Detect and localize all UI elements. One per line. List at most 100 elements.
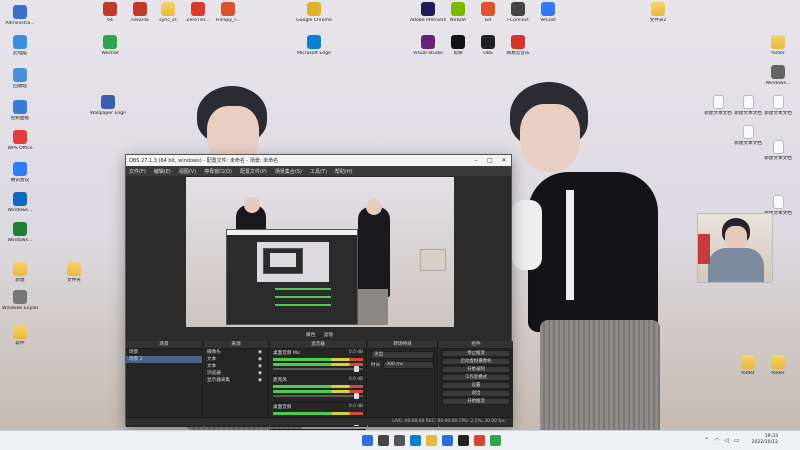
desktop-icon-22[interactable]: Adobe Premiere <box>410 2 446 24</box>
visibility-icon[interactable]: ◉ <box>258 370 262 377</box>
desktop-icon-label: Git <box>484 18 492 23</box>
volume-slider[interactable] <box>273 393 363 399</box>
source-label: 摄像头 <box>207 350 221 355</box>
menu-item-6[interactable]: 工具(T) <box>310 168 327 175</box>
desktop-icon-29[interactable]: Wallpaper Engine <box>90 95 126 117</box>
control-button-3[interactable]: 工作室模式 <box>442 374 510 381</box>
visibility-icon[interactable]: ◉ <box>258 349 262 356</box>
source-label: 文本 <box>207 357 217 362</box>
desktop-icon-0[interactable]: Administra... <box>2 5 38 27</box>
volume-slider-handle[interactable] <box>354 393 359 399</box>
volume-slider-handle[interactable] <box>354 366 359 372</box>
menu-item-2[interactable]: 视图(V) <box>179 168 196 175</box>
desktop-icon-right-0[interactable]: folder <box>760 35 796 57</box>
mixer-db-value: 0.0 dB <box>348 350 363 355</box>
desktop-icon-right-1[interactable]: Windows... <box>760 65 796 87</box>
menu-item-3[interactable]: 停靠窗口(D) <box>204 168 232 175</box>
desktop-icon-11[interactable]: 软件 <box>2 325 38 347</box>
desktop-icon-right-4[interactable]: 新建文本文档 <box>760 95 796 117</box>
wechat-icon[interactable] <box>490 435 501 446</box>
source-label: 文本 <box>207 364 217 369</box>
desktop-icon-5[interactable]: 腾讯会议 <box>2 162 38 184</box>
store-icon[interactable] <box>442 435 453 446</box>
close-icon[interactable]: ✕ <box>497 157 511 164</box>
desktop-icon-label: WPS Office <box>7 146 33 151</box>
desktop-icon-7[interactable]: Windows... <box>2 222 38 244</box>
duration-input[interactable]: 300 ms <box>383 361 434 369</box>
properties-button[interactable]: 属性 <box>306 331 316 338</box>
search-icon[interactable] <box>378 435 389 446</box>
battery-icon[interactable]: ▭ <box>734 437 740 444</box>
app-icon <box>221 2 235 16</box>
desktop-icon-2[interactable]: 回收站 <box>2 68 38 90</box>
obs-window[interactable]: OBS 27.1.3 (64 bit, windows) - 配置文件: 未命名… <box>125 154 513 430</box>
visibility-icon[interactable]: ◉ <box>258 356 262 363</box>
speaker-icon[interactable]: ◁ <box>724 437 729 444</box>
desktop-icon-18[interactable]: Microsoft Edge <box>296 35 332 57</box>
clock[interactable]: 19:33 2022/10/12 <box>752 434 778 446</box>
visibility-icon[interactable]: ◉ <box>258 377 262 384</box>
obs-preview[interactable] <box>186 177 454 327</box>
menu-item-1[interactable]: 编辑(E) <box>154 168 171 175</box>
filters-button[interactable]: 滤镜 <box>324 331 334 338</box>
desktop-icon-9[interactable]: 新建 <box>2 262 38 284</box>
maximize-icon[interactable]: □ <box>483 157 497 164</box>
desktop-icon-6[interactable]: Windows... <box>2 192 38 214</box>
desktop-icon-10[interactable]: Windows Explorer <box>2 290 38 312</box>
menu-item-4[interactable]: 配置文件(P) <box>240 168 267 175</box>
scene-item[interactable]: 场景 2 <box>126 356 202 363</box>
menu-item-7[interactable]: 帮助(H) <box>335 168 353 175</box>
desktop-icon-30[interactable]: 文件夹2 <box>640 2 676 24</box>
source-item[interactable]: 显示器采集 ◉ <box>204 377 268 384</box>
menu-item-5[interactable]: 场景集合(S) <box>275 168 302 175</box>
volume-slider[interactable] <box>273 366 363 372</box>
folder-icon <box>651 2 665 16</box>
source-item[interactable]: 摄像头 ◉ <box>204 349 268 356</box>
mixer-header: 混音器 <box>270 341 366 349</box>
chrome-icon[interactable] <box>474 435 485 446</box>
app-icon <box>13 162 27 176</box>
desktop-icon-4[interactable]: WPS Office <box>2 130 38 152</box>
control-button-1[interactable]: 启动虚拟摄像机 <box>442 358 510 365</box>
desktop-icon-label: Windows... <box>7 238 33 243</box>
app-icon <box>511 2 525 16</box>
app-icon <box>13 192 27 206</box>
control-button-4[interactable]: 设置 <box>442 382 510 389</box>
chevron-up-icon[interactable]: ⌃ <box>704 437 709 444</box>
desktop-icon-28[interactable]: Git <box>470 2 506 24</box>
scene-item[interactable]: 场景 <box>126 349 202 356</box>
mixer-dock: 混音器 桌面音频 Mic 0.0 dB 麦克风 0.0 dB 桌面音频 0.0 dB <box>270 341 367 430</box>
source-item[interactable]: 浏览器 ◉ <box>204 370 268 377</box>
desktop-icon-3[interactable]: 控制面板 <box>2 100 38 122</box>
visibility-icon[interactable]: ◉ <box>258 363 262 370</box>
desktop-icon-right-9[interactable]: folder <box>730 355 766 377</box>
desktop-icon-17[interactable]: Wechat <box>92 35 128 57</box>
desktop-icon-19[interactable]: Google Chrome <box>296 2 332 24</box>
app-icon <box>481 35 495 49</box>
sources-header: 来源 <box>204 341 268 349</box>
source-item[interactable]: 文本 ◉ <box>204 356 268 363</box>
wifi-icon[interactable]: ◠ <box>714 437 719 444</box>
taskview-icon[interactable] <box>394 435 405 446</box>
desktop-icon-16[interactable]: FileSpy_r... <box>210 2 246 24</box>
source-item[interactable]: 文本 ◉ <box>204 363 268 370</box>
control-button-2[interactable]: 开始录制 <box>442 366 510 373</box>
control-button-6[interactable]: 开始推流 <box>442 398 510 405</box>
start-icon[interactable] <box>362 435 373 446</box>
desktop-icon-1[interactable]: 此电脑 <box>2 35 38 57</box>
obs-icon[interactable] <box>458 435 469 446</box>
transition-select[interactable]: 淡出 <box>371 351 434 359</box>
obs-titlebar[interactable]: OBS 27.1.3 (64 bit, windows) - 配置文件: 未命名… <box>126 155 511 166</box>
folder-icon <box>67 262 81 276</box>
desktop-icon-26[interactable]: 网易云音乐 <box>500 35 536 57</box>
desktop-icon-right-6[interactable]: 新建文本文档 <box>760 140 796 162</box>
desktop-icon-8[interactable]: 文件夹 <box>56 262 92 284</box>
minimize-icon[interactable]: – <box>469 157 483 164</box>
edge-icon[interactable] <box>410 435 421 446</box>
control-button-5[interactable]: 退出 <box>442 390 510 397</box>
obs-menubar: 文件(F) 编辑(E) 视图(V) 停靠窗口(D) 配置文件(P) 场景集合(S) 工具(T… <box>126 166 511 176</box>
menu-item-0[interactable]: 文件(F) <box>129 168 146 175</box>
control-button-0[interactable]: 停止推流 <box>442 350 510 357</box>
app-icon <box>541 2 555 16</box>
explorer-icon[interactable] <box>426 435 437 446</box>
